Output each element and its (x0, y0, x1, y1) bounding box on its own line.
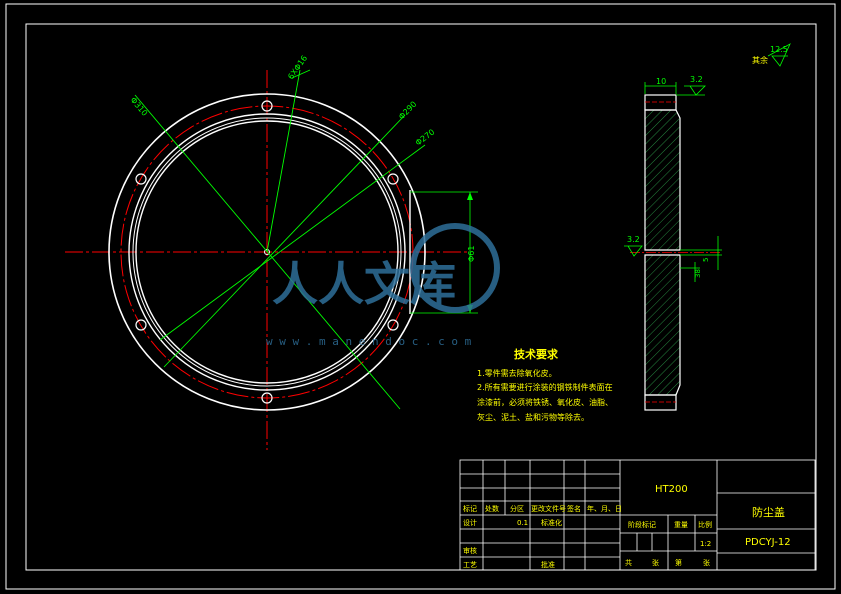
side-section-view: 10 3.2 3.2 5 38 (624, 75, 722, 411)
svg-text:其余: 其余 (752, 55, 768, 65)
dim-outer-diameter: Φ310 (128, 96, 149, 118)
dim-hole-pattern: 6XΦ16 (286, 54, 309, 81)
svg-text:重量: 重量 (674, 521, 688, 529)
roughness-other-symbol: 其余 12.5 (752, 43, 791, 67)
svg-text:1:2: 1:2 (700, 540, 711, 548)
flat-height-dim: Φ61 (467, 246, 476, 262)
svg-text:批准: 批准 (541, 560, 555, 569)
svg-text:标记: 标记 (463, 504, 477, 513)
svg-text:分区: 分区 (510, 504, 524, 513)
svg-text:张: 张 (652, 558, 659, 567)
svg-text:共: 共 (625, 558, 632, 567)
thickness-dim: 10 (656, 77, 666, 86)
svg-text:设计: 设计 (463, 518, 477, 527)
engineering-drawing: Φ61 Φ310 6XΦ16 Φ290 Φ270 10 3.2 3.2 5 38… (5, 3, 836, 590)
svg-text:标准化: 标准化 (541, 518, 562, 527)
tech-req-line: 1.零件需去除氧化皮。 (477, 368, 557, 378)
svg-text:处数: 处数 (485, 504, 499, 513)
tech-req-line: 2.所有需要进行涂装的钢铁制件表面在 (477, 382, 613, 392)
roughness-mid: 3.2 (627, 235, 640, 244)
svg-text:年、月、日: 年、月、日 (587, 504, 622, 513)
part-name: 防尘盖 (752, 505, 785, 519)
tech-req-title: 技术要求 (514, 347, 559, 361)
drawing-number: PDCYJ-12 (745, 537, 791, 548)
title-block-text: 标记 处数 分区 更改文件号 签名 年、月、日 设计 0.1 标准化 审核 工艺… (463, 504, 712, 569)
svg-text:第: 第 (675, 558, 682, 567)
roughness-top: 3.2 (690, 75, 703, 84)
svg-text:人人文库: 人人文库 (272, 257, 456, 311)
material-label: HT200 (655, 484, 688, 495)
svg-text:0.1: 0.1 (517, 519, 528, 527)
dim-inner-diameter-2: Φ270 (414, 127, 437, 147)
step-dim-b: 38 (694, 269, 702, 278)
tech-req-line: 涂漆前，必须将铁锈、氧化皮、油脂、 (477, 397, 613, 407)
technical-requirements: 技术要求 1.零件需去除氧化皮。 2.所有需要进行涂装的钢铁制件表面在 涂漆前，… (477, 347, 613, 422)
svg-text:更改文件号: 更改文件号 (531, 504, 566, 513)
dim-inner-diameter-1: Φ290 (397, 100, 418, 122)
section-hatch (644, 109, 681, 251)
svg-text:阶段标记: 阶段标记 (628, 520, 656, 529)
svg-text:w w w . m a n e n d o c . c o: w w w . m a n e n d o c . c o m (266, 335, 472, 348)
section-hatch (644, 254, 681, 396)
tech-req-line: 灰尘、泥土、盐和污物等除去。 (477, 412, 589, 422)
svg-text:工艺: 工艺 (463, 561, 477, 569)
step-dim-a: 5 (702, 258, 710, 262)
svg-text:张: 张 (703, 558, 710, 567)
svg-text:签名: 签名 (567, 504, 581, 513)
svg-text:审核: 审核 (463, 546, 477, 555)
svg-text:比例: 比例 (698, 520, 712, 529)
